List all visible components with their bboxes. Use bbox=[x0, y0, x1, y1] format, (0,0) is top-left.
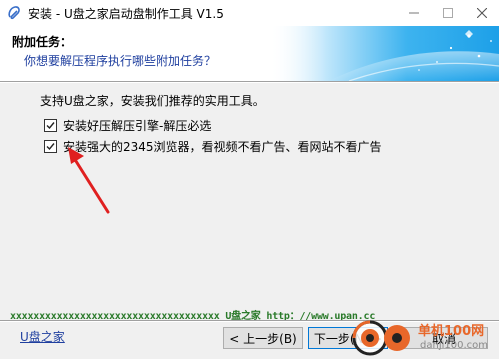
upan-home-link[interactable]: U盘之家 bbox=[20, 328, 65, 345]
page-title: 附加任务： bbox=[12, 35, 73, 49]
header-banner-image bbox=[269, 26, 499, 81]
wizard-header: 附加任务： 你想要解压程序执行哪些附加任务？ bbox=[0, 26, 499, 81]
minimize-icon bbox=[409, 12, 419, 14]
watermark-site-name: 单机100网 bbox=[418, 324, 485, 339]
option-haozip[interactable]: 安装好压解压引擎-解压必选 bbox=[44, 117, 211, 134]
page-subtitle: 你想要解压程序执行哪些附加任务？ bbox=[24, 54, 217, 68]
maximize-icon bbox=[443, 8, 453, 18]
window-title: 安装 - U盘之家启动盘制作工具 V1.5 bbox=[28, 7, 224, 21]
close-button[interactable] bbox=[465, 0, 499, 26]
annotation-arrow-icon bbox=[68, 147, 110, 214]
checkbox[interactable] bbox=[44, 140, 57, 153]
watermark-site-url: danji100.com bbox=[420, 340, 488, 351]
close-icon bbox=[477, 8, 487, 18]
maximize-button[interactable] bbox=[431, 0, 465, 26]
option-label: 安装好压解压引擎-解压必选 bbox=[63, 119, 212, 133]
minimize-button[interactable] bbox=[397, 0, 431, 26]
app-icon bbox=[8, 6, 20, 20]
check-icon bbox=[46, 143, 55, 151]
checkbox[interactable] bbox=[44, 119, 57, 132]
back-button[interactable]: < 上一步(B) bbox=[223, 327, 303, 349]
header-divider bbox=[0, 81, 499, 83]
check-icon bbox=[46, 122, 55, 130]
title-bar: 安装 - U盘之家启动盘制作工具 V1.5 bbox=[0, 0, 499, 26]
intro-text: 支持U盘之家，安装我们推荐的实用工具。 bbox=[40, 94, 265, 108]
